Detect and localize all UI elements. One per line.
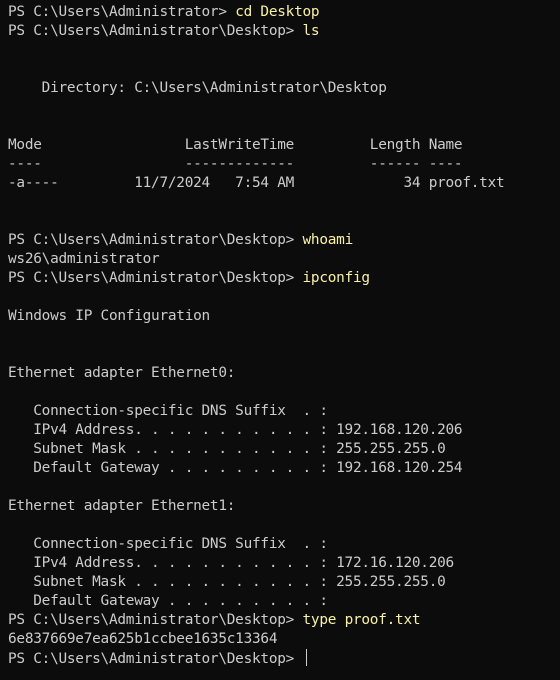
- output-line: Ethernet adapter Ethernet0:: [8, 364, 560, 383]
- output-line: Windows IP Configuration: [8, 307, 560, 326]
- output-text: IPv4 Address. . . . . . . . . . . : 192.…: [8, 422, 463, 438]
- prompt-text: PS C:\Users\Administrator\Desktop>: [8, 270, 303, 286]
- output-line: -a---- 11/7/2024 7:54 AM 34 proof.txt: [8, 174, 560, 193]
- output-text: -a---- 11/7/2024 7:54 AM 34 proof.txt: [8, 175, 505, 191]
- prompt-line: PS C:\Users\Administrator> cd Desktop: [8, 3, 560, 22]
- output-text: Mode LastWriteTime Length Name: [8, 137, 463, 153]
- output-text: Ethernet adapter Ethernet1:: [8, 498, 236, 514]
- output-line: Subnet Mask . . . . . . . . . . . : 255.…: [8, 573, 560, 592]
- output-line: IPv4 Address. . . . . . . . . . . : 172.…: [8, 554, 560, 573]
- prompt-line: PS C:\Users\Administrator\Desktop> ipcon…: [8, 269, 560, 288]
- powershell-terminal[interactable]: PS C:\Users\Administrator> cd Desktop PS …: [0, 0, 560, 680]
- command-text: cd Desktop: [235, 4, 320, 20]
- output-line: Ethernet adapter Ethernet1:: [8, 497, 560, 516]
- command-text: type proof.txt: [302, 612, 421, 628]
- output-line: 6e837669e7ea625b1ccbee1635c13364: [8, 630, 560, 649]
- prompt-text: PS C:\Users\Administrator\Desktop>: [8, 23, 303, 39]
- terminal-output: PS C:\Users\Administrator> cd Desktop PS …: [8, 3, 560, 668]
- output-text: Ethernet adapter Ethernet0:: [8, 365, 236, 381]
- output-line: IPv4 Address. . . . . . . . . . . : 192.…: [8, 421, 560, 440]
- prompt-text: PS C:\Users\Administrator\Desktop>: [8, 612, 303, 628]
- prompt-text: PS C:\Users\Administrator\Desktop>: [8, 651, 303, 667]
- output-text: Subnet Mask . . . . . . . . . . . : 255.…: [8, 574, 446, 590]
- output-text: Connection-specific DNS Suffix . :: [8, 536, 328, 552]
- prompt-line: PS C:\Users\Administrator\Desktop>: [8, 649, 560, 668]
- output-line: Subnet Mask . . . . . . . . . . . : 255.…: [8, 440, 560, 459]
- prompt-text: PS C:\Users\Administrator\Desktop>: [8, 232, 303, 248]
- output-text: IPv4 Address. . . . . . . . . . . : 172.…: [8, 555, 454, 571]
- prompt-line: PS C:\Users\Administrator\Desktop> type …: [8, 611, 560, 630]
- prompt-line: PS C:\Users\Administrator\Desktop> whoam…: [8, 231, 560, 250]
- text-cursor[interactable]: [305, 649, 307, 666]
- command-text: ls: [302, 23, 320, 39]
- output-text: 6e837669e7ea625b1ccbee1635c13364: [8, 631, 278, 647]
- output-text: Default Gateway . . . . . . . . . :: [8, 593, 328, 609]
- command-text: ipconfig: [302, 270, 371, 286]
- prompt-line: PS C:\Users\Administrator\Desktop> ls: [8, 22, 560, 41]
- output-text: ---- ------------- ------ ----: [8, 156, 463, 172]
- prompt-text: PS C:\Users\Administrator>: [8, 4, 236, 20]
- output-line: Default Gateway . . . . . . . . . :: [8, 592, 560, 611]
- output-line: Directory: C:\Users\Administrator\Deskto…: [8, 79, 560, 98]
- output-text: Windows IP Configuration: [8, 308, 210, 324]
- output-line: Default Gateway . . . . . . . . . : 192.…: [8, 459, 560, 478]
- output-text: ws26\administrator: [8, 251, 160, 267]
- output-text: Default Gateway . . . . . . . . . : 192.…: [8, 460, 463, 476]
- output-line: Mode LastWriteTime Length Name: [8, 136, 560, 155]
- output-line: Connection-specific DNS Suffix . :: [8, 402, 560, 421]
- output-text: Directory: C:\Users\Administrator\Deskto…: [8, 80, 387, 96]
- output-text: Connection-specific DNS Suffix . :: [8, 403, 328, 419]
- output-text: Subnet Mask . . . . . . . . . . . : 255.…: [8, 441, 446, 457]
- output-line: ws26\administrator: [8, 250, 560, 269]
- output-line: Connection-specific DNS Suffix . :: [8, 535, 560, 554]
- command-text: whoami: [302, 232, 354, 248]
- output-line: ---- ------------- ------ ----: [8, 155, 560, 174]
